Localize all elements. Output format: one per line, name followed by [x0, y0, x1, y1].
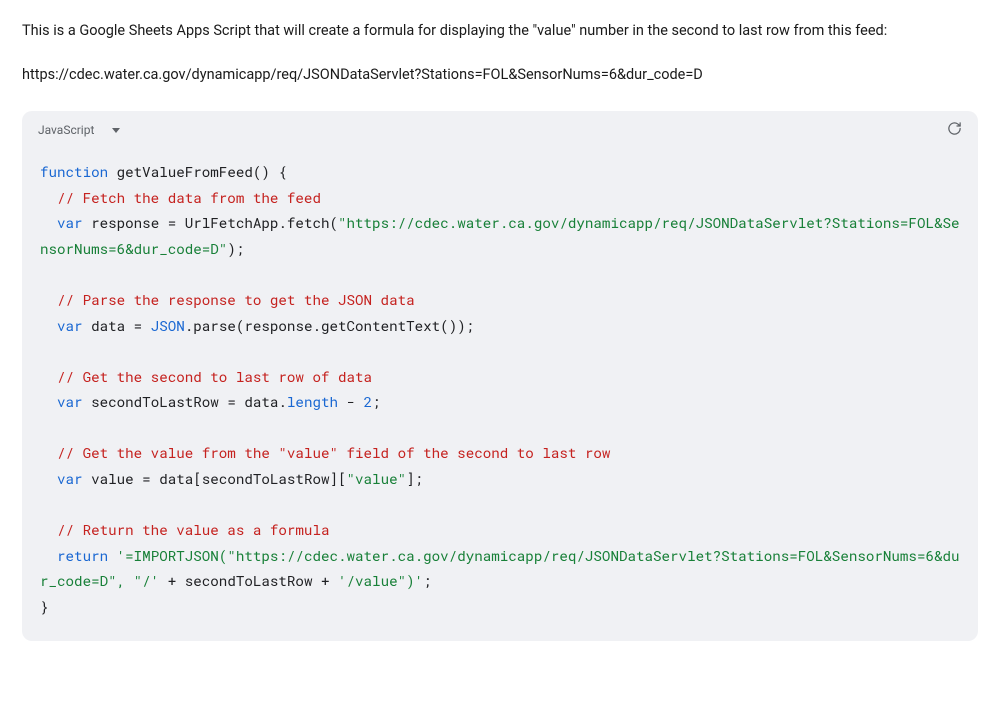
- code-content: function getValueFromFeed() { // Fetch t…: [22, 145, 978, 641]
- code-block: JavaScript function getValueFromFeed() {…: [22, 111, 978, 641]
- language-selector[interactable]: JavaScript: [38, 123, 120, 137]
- codeblock-header: JavaScript: [22, 111, 978, 145]
- language-label: JavaScript: [38, 123, 94, 137]
- chevron-down-icon: [112, 128, 120, 133]
- intro-text: This is a Google Sheets Apps Script that…: [22, 20, 978, 85]
- feed-url[interactable]: https://cdec.water.ca.gov/dynamicapp/req…: [22, 66, 703, 83]
- intro-description: This is a Google Sheets Apps Script that…: [22, 20, 978, 42]
- refresh-icon[interactable]: [947, 121, 962, 139]
